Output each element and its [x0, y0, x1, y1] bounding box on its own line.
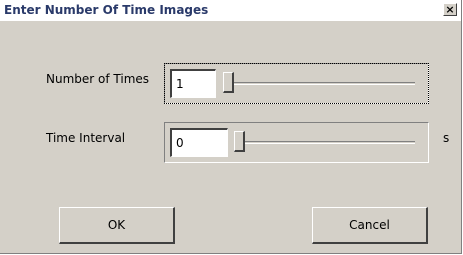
number-of-times-slider-track[interactable] — [225, 82, 415, 85]
time-interval-slider-thumb[interactable] — [234, 131, 245, 152]
close-icon: × — [445, 3, 455, 16]
time-interval-unit: s — [443, 131, 450, 145]
number-of-times-label: Number of Times — [46, 72, 150, 86]
close-button[interactable]: × — [443, 3, 457, 16]
time-interval-label: Time Interval — [46, 131, 126, 145]
window-title: Enter Number Of Time Images — [4, 3, 209, 17]
number-of-times-group — [164, 63, 429, 104]
title-bar[interactable]: Enter Number Of Time Images × — [0, 0, 461, 21]
ok-button[interactable]: OK — [59, 207, 175, 244]
number-of-times-input[interactable] — [170, 69, 216, 98]
time-interval-group — [164, 122, 429, 163]
dialog-window: Enter Number Of Time Images × Number of … — [0, 0, 462, 254]
cancel-button[interactable]: Cancel — [312, 207, 428, 244]
time-interval-input[interactable] — [170, 128, 228, 157]
number-of-times-slider-thumb[interactable] — [223, 72, 234, 93]
time-interval-slider-track[interactable] — [235, 141, 415, 144]
